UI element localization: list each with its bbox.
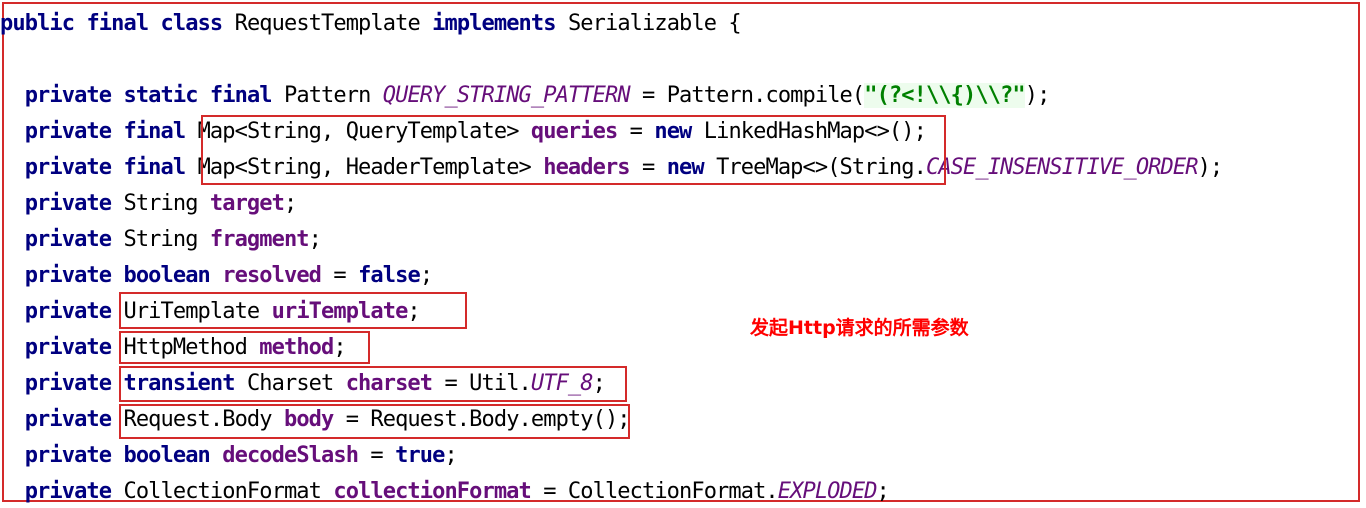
code-line-decode-slash: private boolean decodeSlash = true; [24,443,458,468]
code-line-target: private String target; [24,191,298,216]
code-screenshot: public final class RequestTemplate imple… [0,0,1366,508]
code-line-class-declaration: public final class RequestTemplate imple… [0,11,742,36]
highlight-box-uri-template [119,292,467,329]
code-line-collection-format: private CollectionFormat collectionForma… [24,479,890,504]
highlight-box-charset [119,366,627,402]
annotation-label: 发起Http请求的所需参数 [750,317,969,339]
highlight-box-body [119,404,630,439]
code-line-fragment: private String fragment; [24,227,322,252]
code-line-query-string-pattern: private static final Pattern QUERY_STRIN… [24,83,1050,108]
highlight-box-method [119,331,370,364]
code-line-resolved: private boolean resolved = false; [24,263,433,288]
highlight-box-queries-headers [201,115,946,185]
